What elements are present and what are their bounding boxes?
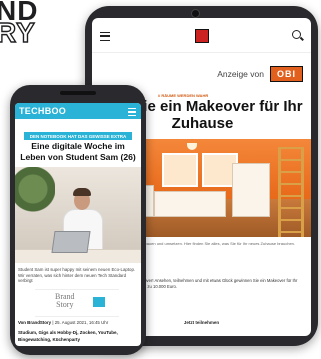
article-byline: Von BrandStory | 25. August 2021, 16:45 … [18, 320, 140, 325]
article-kicker: DEN NOTEBOOK HAT DAS GEWISSE EXTRA [24, 132, 132, 140]
student-laptop-image [15, 167, 141, 263]
brand-badge-icon [93, 297, 105, 307]
sponsor-label: Anzeige von [217, 69, 264, 79]
person-hair [73, 188, 91, 196]
plant [15, 167, 55, 227]
phone-speaker [60, 91, 96, 95]
obi-logo[interactable]: OBI [269, 66, 303, 82]
brand-story-label: Brand Story [55, 293, 75, 309]
ladder [278, 147, 304, 237]
kitchen-shelf [232, 163, 270, 217]
brand-line-2: RY [0, 17, 36, 48]
phone-device: TECHBOO DEN NOTEBOOK HAT DAS GEWISSE EXT… [10, 85, 146, 355]
article-headline[interactable]: Eine digitale Woche im Leben von Student… [19, 141, 137, 162]
laptop [51, 231, 91, 253]
sponsor-banner[interactable]: Anzeige von OBI [217, 66, 303, 82]
byline-date: | 25. August 2021, 16:45 Uhr [52, 320, 109, 325]
search-icon[interactable] [292, 30, 301, 39]
window [162, 153, 198, 187]
camera-icon [191, 9, 200, 18]
site-logo-icon[interactable] [195, 29, 209, 43]
kitchen-counter [154, 191, 226, 217]
phone-site-header: TECHBOO [15, 103, 141, 119]
hamburger-menu-icon[interactable] [128, 108, 136, 116]
image-caption: Student Sam ist super happy mit seinem n… [18, 267, 136, 283]
hamburger-menu-icon[interactable] [100, 32, 110, 41]
brand-story-word-2: Story [56, 300, 74, 309]
brand-story-lettering: ND RY [0, 0, 38, 48]
phone-screen: TECHBOO DEN NOTEBOOK HAT DAS GEWISSE EXT… [15, 103, 141, 346]
techbook-logo[interactable]: TECHBOO [19, 106, 66, 116]
article-intro: Studium, Gigs als Hobby-Dj, Zocken, YouT… [18, 330, 118, 342]
byline-author[interactable]: Von BrandStory [18, 320, 51, 325]
brand-story-badge: Brand Story [35, 289, 119, 317]
tablet-site-header [92, 18, 311, 53]
